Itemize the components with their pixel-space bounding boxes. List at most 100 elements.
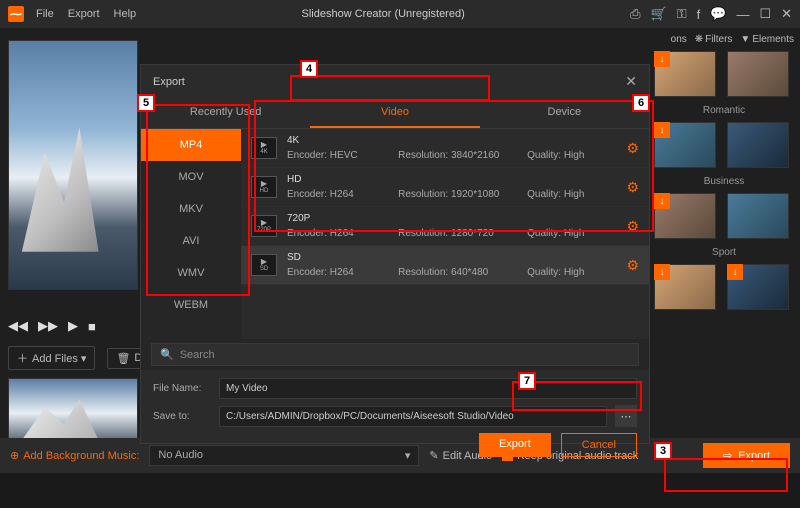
- preset-sd[interactable]: ▶SD SD Encoder: H264 Resolution: 640*480…: [241, 246, 649, 285]
- cart-icon[interactable]: 🛒: [651, 6, 667, 22]
- tab-elements[interactable]: ▼Elements: [740, 34, 794, 45]
- theme-item[interactable]: [727, 51, 794, 97]
- fastforward-icon[interactable]: ▶▶: [38, 318, 58, 334]
- close-icon[interactable]: ✕: [781, 6, 792, 22]
- titlebar: ⁓ File Export Help Slideshow Creator (Un…: [0, 0, 800, 28]
- format-mp4[interactable]: MP4: [141, 129, 241, 161]
- tab-filters[interactable]: ❋Filters: [695, 34, 733, 45]
- preset-name: 4K: [287, 135, 616, 146]
- preset-badge: ▶720P: [251, 215, 277, 237]
- right-tabs: ons ❋Filters ▼Elements: [654, 34, 794, 45]
- save-icon[interactable]: ⎙: [630, 6, 640, 22]
- preset-badge: ▶SD: [251, 254, 277, 276]
- format-mkv[interactable]: MKV: [141, 193, 241, 225]
- download-icon[interactable]: ↓: [654, 193, 670, 209]
- preset-hd[interactable]: ▶HD HD Encoder: H264 Resolution: 1920*10…: [241, 168, 649, 207]
- theme-label: Sport: [654, 247, 794, 258]
- trash-icon: 🗑: [116, 352, 130, 365]
- cancel-button[interactable]: Cancel: [561, 433, 637, 457]
- key-icon[interactable]: ⚿: [677, 6, 687, 22]
- dialog-buttons: Export Cancel: [153, 433, 637, 457]
- preset-badge: ▶4K: [251, 137, 277, 159]
- add-music-button[interactable]: ⊕Add Background Music:: [10, 449, 139, 462]
- filter-icon: ❋: [695, 34, 703, 45]
- preset-720p[interactable]: ▶720P 720P Encoder: H264 Resolution: 128…: [241, 207, 649, 246]
- theme-item[interactable]: ↓: [654, 193, 721, 239]
- download-icon[interactable]: ↓: [727, 264, 743, 280]
- preset-4k[interactable]: ▶4K 4K Encoder: HEVC Resolution: 3840*21…: [241, 129, 649, 168]
- download-icon[interactable]: ↓: [654, 51, 670, 67]
- preset-quality: Quality: High: [527, 150, 616, 161]
- preset-resolution: Resolution: 1920*1080: [398, 189, 523, 200]
- preview-viewport[interactable]: [8, 40, 138, 290]
- add-files-label: Add Files ▾: [32, 352, 86, 365]
- minimize-icon[interactable]: —: [736, 7, 749, 22]
- menu-help[interactable]: Help: [114, 8, 137, 20]
- preset-name: HD: [287, 174, 616, 185]
- theme-item[interactable]: ↓: [727, 264, 794, 310]
- format-mov[interactable]: MOV: [141, 161, 241, 193]
- menu-bar: File Export Help: [36, 8, 136, 20]
- dialog-body: MP4 MOV MKV AVI WMV WEBM ▶4K 4K Encoder:…: [141, 129, 649, 339]
- format-webm[interactable]: WEBM: [141, 289, 241, 321]
- theme-item[interactable]: ↓: [654, 122, 721, 168]
- export-confirm-button[interactable]: Export: [479, 433, 551, 457]
- facebook-icon[interactable]: f: [697, 7, 701, 22]
- format-wmv[interactable]: WMV: [141, 257, 241, 289]
- field-filename: File Name: My Video: [153, 378, 637, 399]
- preset-info: HD Encoder: H264 Resolution: 1920*1080 Q…: [287, 174, 616, 200]
- saveto-input[interactable]: C:/Users/ADMIN/Dropbox/PC/Documents/Aise…: [219, 406, 607, 427]
- dialog-footer: File Name: My Video Save to: C:/Users/AD…: [141, 370, 649, 465]
- theme-item[interactable]: [727, 122, 794, 168]
- theme-item[interactable]: [727, 193, 794, 239]
- format-list: MP4 MOV MKV AVI WMV WEBM: [141, 129, 241, 339]
- preset-info: 4K Encoder: HEVC Resolution: 3840*2160 Q…: [287, 135, 616, 161]
- gear-icon[interactable]: ⚙: [626, 179, 639, 196]
- filename-input[interactable]: My Video: [219, 378, 637, 399]
- preset-quality: Quality: High: [527, 189, 616, 200]
- rewind-icon[interactable]: ◀◀: [8, 318, 28, 334]
- tab-device[interactable]: Device: [480, 98, 649, 128]
- export-dialog: Export ✕ Recently Used Video Device MP4 …: [140, 64, 650, 444]
- theme-grid: ↓ Romantic ↓ Business ↓ Sport ↓ ↓: [654, 51, 794, 310]
- saveto-label: Save to:: [153, 411, 211, 422]
- stop-icon[interactable]: ■: [88, 319, 96, 334]
- gear-icon[interactable]: ⚙: [626, 257, 639, 274]
- preset-encoder: Encoder: H264: [287, 228, 394, 239]
- export-button[interactable]: ⇨Export: [703, 443, 790, 468]
- tab-recently-used[interactable]: Recently Used: [141, 98, 310, 128]
- menu-file[interactable]: File: [36, 8, 54, 20]
- export-label: Export: [738, 450, 770, 462]
- app-logo: ⁓: [8, 6, 24, 22]
- preset-quality: Quality: High: [527, 267, 616, 278]
- add-files-button[interactable]: ＋Add Files ▾: [8, 346, 95, 370]
- theme-item[interactable]: ↓: [654, 51, 721, 97]
- maximize-icon[interactable]: ☐: [759, 6, 771, 22]
- browse-button[interactable]: ⋯: [615, 405, 637, 427]
- download-icon[interactable]: ↓: [654, 264, 670, 280]
- search-row: 🔍 Search: [141, 339, 649, 370]
- close-icon[interactable]: ✕: [625, 73, 637, 90]
- theme-thumbnail: [727, 51, 789, 97]
- main-area: ◀◀ ▶▶ ▶ ■ ＋Add Files ▾ 🗑Delete 00:00:05 …: [0, 28, 800, 473]
- theme-item[interactable]: ↓: [654, 264, 721, 310]
- feedback-icon[interactable]: 💬: [710, 6, 726, 22]
- download-icon[interactable]: ↓: [654, 122, 670, 138]
- filename-label: File Name:: [153, 383, 211, 394]
- search-icon: 🔍: [160, 348, 174, 361]
- gear-icon[interactable]: ⚙: [626, 140, 639, 157]
- tab-transitions[interactable]: ons: [671, 34, 687, 45]
- tab-label: Filters: [705, 34, 732, 45]
- preset-resolution: Resolution: 3840*2160: [398, 150, 523, 161]
- tab-video[interactable]: Video: [310, 98, 479, 128]
- preset-name: SD: [287, 252, 616, 263]
- gear-icon[interactable]: ⚙: [626, 218, 639, 235]
- add-music-label: Add Background Music:: [23, 450, 139, 462]
- menu-export[interactable]: Export: [68, 8, 100, 20]
- search-label: Search: [180, 349, 215, 361]
- search-button[interactable]: 🔍 Search: [151, 343, 639, 366]
- preset-quality: Quality: High: [527, 228, 616, 239]
- play-icon[interactable]: ▶: [68, 318, 78, 334]
- format-avi[interactable]: AVI: [141, 225, 241, 257]
- field-saveto: Save to: C:/Users/ADMIN/Dropbox/PC/Docum…: [153, 405, 637, 427]
